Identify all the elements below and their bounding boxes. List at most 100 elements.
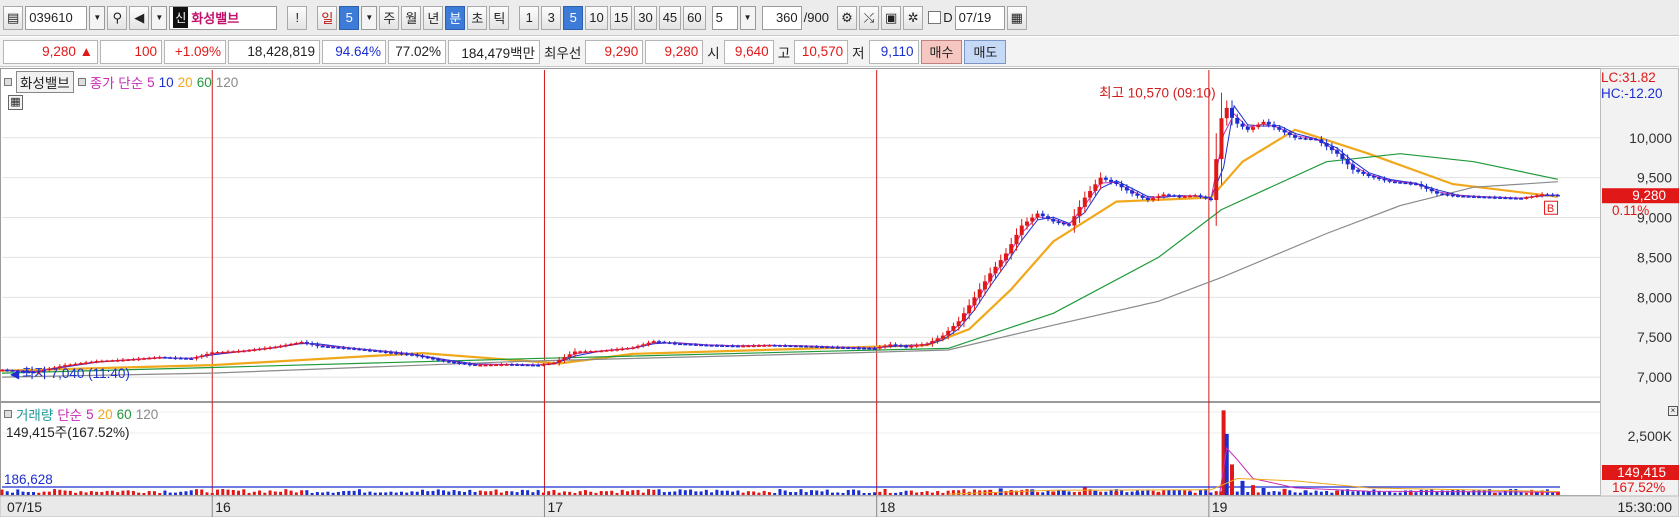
stock-chart[interactable]: 7,0007,5008,0008,5009,0009,50010,0002,50…: [0, 68, 1679, 517]
candle-body: [494, 364, 499, 367]
unit-dropdown[interactable]: ▼: [739, 5, 756, 30]
save-icon[interactable]: ▣: [880, 5, 902, 30]
price-pane-name[interactable]: 화성밸브: [16, 71, 74, 93]
volume-bar: [147, 491, 151, 495]
minute-30-button[interactable]: 30: [634, 5, 657, 30]
candle-body: [515, 364, 520, 366]
minute-3-button[interactable]: 3: [541, 5, 562, 30]
volume-bar: [399, 491, 403, 495]
candle-body: [714, 345, 719, 347]
candle-body: [1529, 196, 1534, 198]
volume-bar: [920, 491, 924, 495]
volume-bar: [878, 491, 882, 495]
x-axis-strip: [0, 495, 1679, 517]
candle-body: [809, 346, 814, 348]
period-second-button[interactable]: 초: [467, 5, 488, 30]
volume-bar: [831, 492, 835, 495]
candle-body: [1156, 196, 1161, 199]
candle-body: [1424, 186, 1429, 189]
candle-body: [993, 266, 998, 274]
period-unit-dropdown[interactable]: ▼: [361, 5, 378, 30]
volume-bar: [1408, 492, 1413, 495]
candle-body: [1014, 234, 1019, 245]
candle-body: [1308, 138, 1313, 141]
volume-bar: [720, 490, 724, 495]
volume-bar: [1193, 492, 1197, 495]
candle-body: [1051, 218, 1056, 222]
candle-body: [1303, 138, 1308, 140]
stock-code-input[interactable]: 039610: [25, 5, 88, 30]
date-checkbox[interactable]: [928, 11, 942, 24]
volume-bar: [1314, 490, 1318, 495]
volume-bar: [799, 489, 803, 495]
candle-body: [1340, 153, 1345, 160]
volume-bar: [662, 492, 666, 495]
unit-input[interactable]: 5: [711, 5, 738, 30]
table-icon[interactable]: ▦: [8, 95, 23, 110]
count-input[interactable]: 360: [761, 5, 802, 30]
buy-button[interactable]: 매수: [920, 39, 963, 64]
period-week-button[interactable]: 주: [379, 5, 400, 30]
minute-1-button[interactable]: 1: [519, 5, 540, 30]
candle-body: [1245, 126, 1250, 130]
info-button[interactable]: !: [287, 5, 308, 30]
candle-body: [1067, 224, 1072, 226]
candle-body: [436, 358, 441, 361]
price-tick-label: 10,000: [1629, 130, 1672, 146]
speaker-icon[interactable]: ◀: [129, 5, 150, 30]
speaker-dropdown[interactable]: ▼: [151, 5, 168, 30]
candle-body: [1392, 181, 1397, 184]
period-minute-button[interactable]: 분: [445, 5, 466, 30]
volume-bar: [26, 492, 30, 495]
volume-bar: [489, 491, 493, 495]
volume-bar: [1224, 433, 1229, 495]
period-unit-button[interactable]: 5: [339, 5, 360, 30]
trend-line-icon[interactable]: ⤯: [858, 5, 879, 30]
search-icon[interactable]: ⚲: [107, 5, 128, 30]
close-pane-icon[interactable]: ×: [1668, 406, 1678, 416]
candle-body: [431, 357, 436, 360]
layout-icon[interactable]: ▤: [3, 5, 24, 30]
stock-code-dropdown[interactable]: ▼: [89, 5, 106, 30]
volume-bar: [604, 491, 608, 495]
candle-body: [1350, 164, 1355, 170]
candle-body: [126, 359, 131, 362]
minute-60-button[interactable]: 60: [683, 5, 706, 30]
minute-10-button[interactable]: 10: [585, 5, 608, 30]
calendar-icon[interactable]: ▦: [1006, 5, 1027, 30]
date-input[interactable]: 07/19: [954, 5, 1005, 30]
stock-name-field[interactable]: 신 화성밸브: [169, 5, 278, 30]
volume-bar: [1167, 489, 1171, 495]
settings-icon[interactable]: ✲: [903, 5, 924, 30]
volume-bar: [463, 491, 467, 495]
minute-15-button[interactable]: 15: [609, 5, 633, 30]
candle-body: [99, 360, 104, 363]
volume-bar: [746, 491, 750, 495]
candle-body: [147, 357, 152, 360]
volume-bar: [1393, 492, 1397, 495]
candle-body: [925, 343, 930, 346]
candle-body: [1161, 194, 1166, 197]
minute-5-button[interactable]: 5: [563, 5, 584, 30]
price-tick-label: 9,500: [1637, 170, 1672, 186]
period-tick-button[interactable]: 틱: [489, 5, 510, 30]
candle-body: [1098, 177, 1103, 185]
candle-body: [1277, 127, 1282, 130]
price-ma-5: 5: [147, 74, 155, 90]
candle-body: [1293, 135, 1298, 138]
sell-button[interactable]: 매도: [964, 39, 1007, 64]
period-year-button[interactable]: 년: [423, 5, 444, 30]
legend-square-icon: [77, 78, 86, 86]
volume-bar: [1036, 492, 1040, 495]
indicator-icon[interactable]: ⚙: [836, 5, 857, 30]
minute-45-button[interactable]: 45: [658, 5, 682, 30]
volume-bar: [1125, 492, 1129, 495]
period-day-button[interactable]: 일: [317, 5, 338, 30]
volume-bar: [804, 492, 808, 495]
candle-body: [693, 344, 698, 346]
candle-body: [1329, 146, 1334, 151]
volume-bar: [1146, 489, 1150, 495]
candle-body: [178, 357, 183, 360]
period-month-button[interactable]: 월: [401, 5, 422, 30]
candle-body: [998, 260, 1003, 267]
